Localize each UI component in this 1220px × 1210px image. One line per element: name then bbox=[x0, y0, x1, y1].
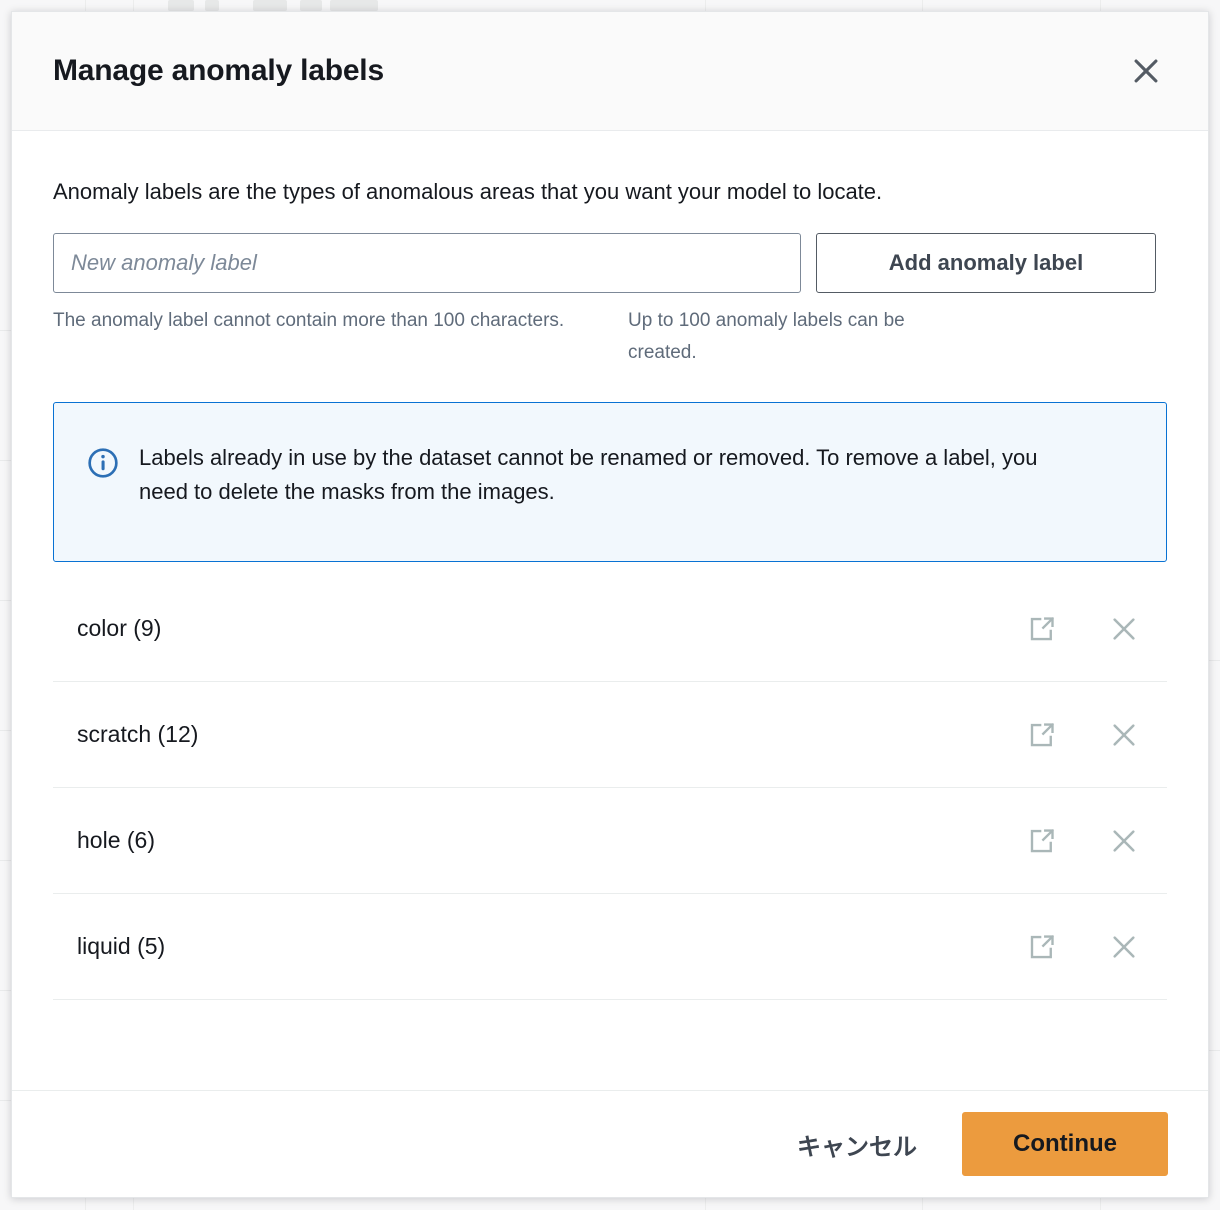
add-label-button-wrapper: Add anomaly label bbox=[816, 232, 1156, 293]
anomaly-label-name: liquid (5) bbox=[77, 933, 166, 960]
add-anomaly-label-button[interactable]: Add anomaly label bbox=[816, 232, 1156, 293]
intro-text: Anomaly labels are the types of anomalou… bbox=[53, 179, 883, 204]
info-circle-icon bbox=[87, 447, 123, 537]
row-actions bbox=[1025, 930, 1159, 964]
label-limit-hint: Up to 100 anomaly labels can be created. bbox=[628, 309, 905, 363]
new-label-form: Add anomaly label bbox=[53, 232, 1167, 293]
remove-label-button[interactable] bbox=[1107, 824, 1141, 858]
continue-button[interactable]: Continue bbox=[962, 1112, 1168, 1176]
info-alert: Labels already in use by the dataset can… bbox=[53, 402, 1167, 563]
input-constraint-hint: The anomaly label cannot contain more th… bbox=[53, 309, 565, 331]
anomaly-label-name: color (9) bbox=[77, 615, 162, 642]
edit-icon bbox=[1027, 614, 1057, 644]
anomaly-label-list: color (9) scratch (12) hole (6) liquid (… bbox=[53, 576, 1167, 1001]
remove-label-button[interactable] bbox=[1107, 930, 1141, 964]
edit-label-button[interactable] bbox=[1025, 718, 1059, 752]
table-row: liquid (5) bbox=[53, 894, 1167, 1001]
close-button[interactable] bbox=[1124, 49, 1168, 93]
row-actions bbox=[1025, 824, 1159, 858]
new-anomaly-label-input[interactable] bbox=[53, 232, 801, 293]
modal-header: Manage anomaly labels bbox=[12, 12, 1208, 131]
edit-label-button[interactable] bbox=[1025, 612, 1059, 646]
table-row: color (9) bbox=[53, 576, 1167, 683]
edit-icon bbox=[1027, 720, 1057, 750]
edit-label-button[interactable] bbox=[1025, 930, 1059, 964]
close-icon bbox=[1108, 825, 1140, 857]
anomaly-label-name: hole (6) bbox=[77, 827, 155, 854]
remove-label-button[interactable] bbox=[1107, 718, 1141, 752]
table-row: scratch (12) bbox=[53, 682, 1167, 789]
close-icon bbox=[1108, 613, 1140, 645]
cancel-button[interactable]: キャンセル bbox=[797, 1127, 917, 1162]
edit-label-button[interactable] bbox=[1025, 824, 1059, 858]
table-row: hole (6) bbox=[53, 788, 1167, 895]
modal-body: Anomaly labels are the types of anomalou… bbox=[12, 131, 1208, 1090]
modal-footer: キャンセル Continue bbox=[12, 1090, 1208, 1197]
info-alert-text: Labels already in use by the dataset can… bbox=[139, 445, 1038, 504]
form-hints: The anomaly label cannot contain more th… bbox=[53, 293, 1167, 370]
close-icon bbox=[1108, 931, 1140, 963]
manage-anomaly-labels-modal: Manage anomaly labels Anomaly labels are… bbox=[11, 11, 1209, 1198]
anomaly-label-name: scratch (12) bbox=[77, 721, 199, 748]
close-icon bbox=[1129, 54, 1163, 88]
row-actions bbox=[1025, 718, 1159, 752]
remove-label-button[interactable] bbox=[1107, 612, 1141, 646]
new-label-input-wrapper bbox=[53, 232, 801, 293]
edit-icon bbox=[1027, 826, 1057, 856]
row-actions bbox=[1025, 612, 1159, 646]
edit-icon bbox=[1027, 932, 1057, 962]
close-icon bbox=[1108, 719, 1140, 751]
page-title: Manage anomaly labels bbox=[53, 54, 384, 87]
